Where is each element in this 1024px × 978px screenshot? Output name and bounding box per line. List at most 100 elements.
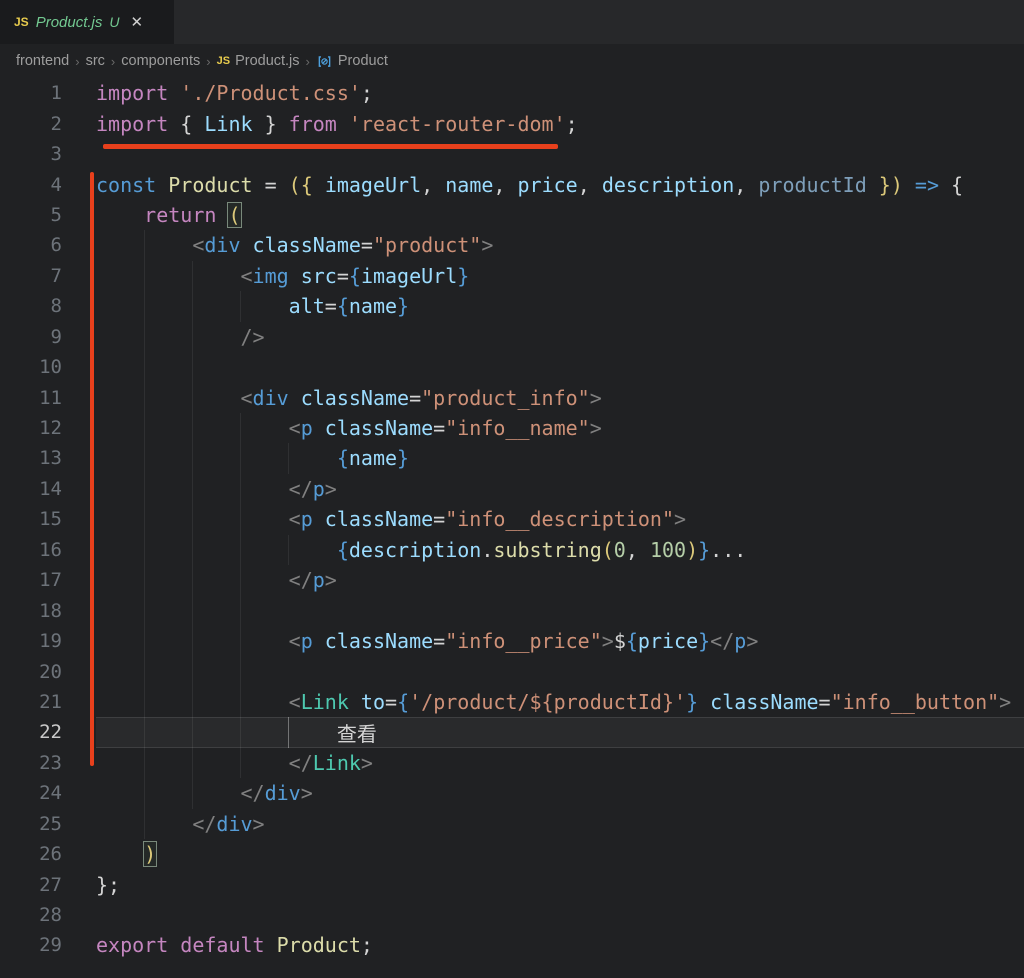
breadcrumb-separator-icon: › [305,53,310,69]
code-line[interactable]: 18 [0,595,1024,626]
line-number: 6 [50,234,62,257]
indent-guide [192,351,193,383]
code-line[interactable]: 25 </div> [0,808,1024,839]
code-text: export default Product; [96,933,373,958]
indent-guide [192,656,193,687]
code-text: import { Link } from 'react-router-dom'; [96,111,578,136]
code-line[interactable]: 24 </div> [0,778,1024,809]
code-line[interactable]: 19 <p className="info__price">${price}</… [0,625,1024,657]
breadcrumb-separator-icon: › [75,53,80,69]
code-line[interactable]: 4 const Product = ({ imageUrl, name, pric… [0,169,1024,199]
code-line[interactable]: 11 <div className="product_info"> [0,382,1024,413]
code-line[interactable]: 16 {description.substring(0, 100)}... [0,534,1024,565]
javascript-file-icon: JS [216,55,231,67]
breadcrumb-item-product[interactable]: Product [316,53,388,70]
code-line[interactable]: 10 [0,351,1024,383]
code-line[interactable]: 6 <div className="product"> [0,230,1024,261]
line-number: 27 [39,873,62,896]
line-number: 25 [39,812,62,835]
code-text: <div className="product_info"> [240,385,602,410]
code-line[interactable]: 29 export default Product; [0,930,1024,960]
code-text: const Product = ({ imageUrl, name, price… [96,172,964,197]
line-number: 11 [39,386,62,409]
line-number: 16 [39,538,62,561]
line-number: 3 [50,143,62,166]
bracket-match-highlight: ) [143,841,158,868]
line-number: 7 [50,264,62,287]
line-number: 10 [39,356,62,379]
line-number: 8 [50,295,62,318]
code-text: alt={name} [288,294,410,319]
code-line[interactable]: 20 [0,656,1024,687]
code-line[interactable]: 21 <Link to={'/product/${productId}'} cl… [0,686,1024,718]
indent-guide [240,595,241,626]
code-line[interactable]: 1 import './Product.css'; [0,78,1024,108]
code-line[interactable]: 23 </Link> [0,747,1024,779]
breadcrumb-separator-icon: › [206,53,211,69]
code-editor[interactable]: 1 import './Product.css'; 2 import { Link }… [0,78,1024,978]
code-text: 查看 [96,721,377,746]
code-line[interactable]: 14 </p> [0,473,1024,505]
code-line[interactable]: 28 [0,900,1024,930]
line-number: 17 [39,569,62,592]
code-text: {name} [336,446,410,471]
code-line[interactable]: 2 import { Link } from 'react-router-dom'… [0,108,1024,138]
breadcrumb-item-components[interactable]: components [121,53,200,69]
code-text: <img src={imageUrl} [240,263,470,288]
git-status-badge: U [109,14,120,30]
code-text: import './Product.css'; [96,81,373,106]
breadcrumb-item-product-js[interactable]: JS Product.js [217,53,300,69]
line-number: 28 [39,904,62,927]
code-line[interactable]: 5 return ( [0,200,1024,230]
breadcrumb-label: components [121,53,201,69]
line-number: 5 [50,203,62,226]
line-number: 1 [50,82,62,105]
tab-label: Product.js [35,13,103,31]
code-line[interactable]: 12 <p className="info__name"> [0,412,1024,444]
breadcrumb-item-frontend[interactable]: frontend [16,53,69,69]
line-number: 18 [39,599,62,622]
code-text: </p> [288,568,337,593]
code-line[interactable]: 9 /> [0,321,1024,352]
code-line[interactable]: 15 <p className="info__description"> [0,504,1024,535]
indent-guide [144,595,145,626]
line-number: 23 [39,751,62,774]
breadcrumb-label: Product.js [235,53,300,69]
code-text: }; [96,872,121,897]
code-line[interactable]: 17 </p> [0,565,1024,596]
code-line[interactable]: 26 ) [0,839,1024,869]
red-underline-annotation [103,144,558,149]
code-line[interactable]: 27}; [0,869,1024,899]
code-text: <Link to={'/product/${productId}'} class… [288,689,1012,714]
code-text: </Link> [288,750,373,775]
indent-guide [144,351,145,383]
close-icon[interactable]: ✕ [131,13,144,31]
code-text: </div> [240,781,313,806]
breadcrumb-label: Product [337,53,388,69]
breadcrumb-item-src[interactable]: src [86,53,105,69]
code-text: <p className="info__price">${price}</p> [288,629,759,654]
indent-guide [192,595,193,626]
breadcrumb-separator-icon: › [110,53,116,69]
line-number: 15 [39,508,62,531]
code-text: </div> [192,811,265,836]
line-number: 4 [50,173,62,196]
code-line[interactable]: 7 <img src={imageUrl} [0,260,1024,292]
tab-product-js[interactable]: JS Product.js U ✕ [0,0,174,44]
code-line[interactable]: 22 查看 [0,717,1024,748]
code-line[interactable]: 13 {name} [0,443,1024,474]
line-number: 9 [50,325,62,348]
code-text: /> [240,324,265,349]
code-text: ) [96,841,158,868]
line-number: 19 [39,630,62,653]
indent-guide [240,656,241,687]
code-text: </p> [288,476,337,501]
tab-bar: JS Product.js U ✕ [0,0,1024,44]
code-text: return ( [144,201,242,228]
breadcrumb: frontend › src › components › JS Product.js › Pro… [0,44,1024,78]
code-line[interactable]: 8 alt={name} [0,291,1024,322]
red-vertical-line-annotation [90,172,94,766]
line-number: 26 [39,843,62,866]
line-number: 20 [39,660,62,683]
line-number: 12 [39,417,62,440]
